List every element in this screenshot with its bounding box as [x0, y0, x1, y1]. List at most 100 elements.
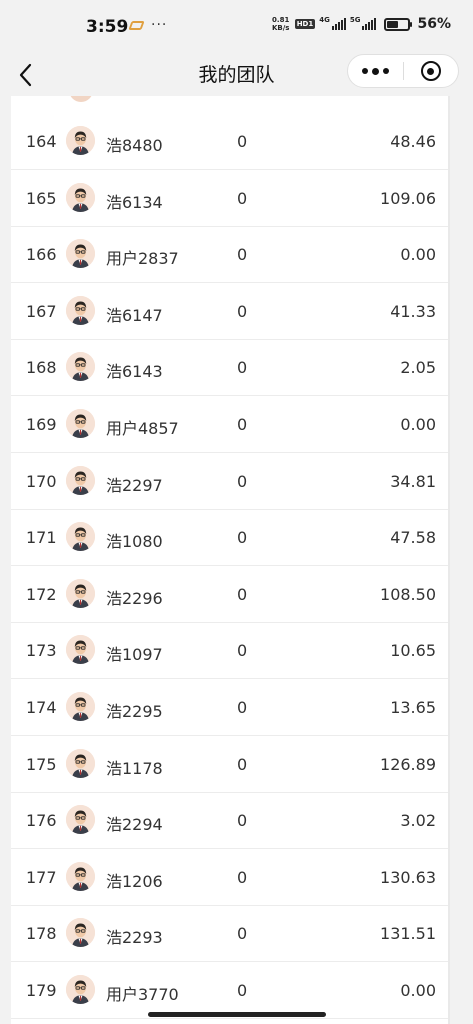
home-indicator[interactable]: [148, 1012, 326, 1017]
list-item[interactable]: 167 浩6147 0 41.33: [11, 283, 449, 340]
sim2-signal-icon: [362, 18, 377, 30]
member-name: 浩2294: [106, 815, 163, 835]
hd-voice-badge: HD1: [294, 19, 316, 29]
member-name: 浩6143: [106, 362, 163, 382]
list-item[interactable]: 173 浩1097 0 10.65: [11, 622, 449, 680]
member-rank: 169: [26, 415, 57, 434]
member-name: 浩1178: [106, 758, 163, 778]
list-item[interactable]: 171 浩1080 0 47.58: [11, 509, 449, 567]
member-amount: 3.02: [400, 811, 436, 831]
status-time: 3:59: [86, 17, 129, 37]
list-item[interactable]: 168 浩6143 0 2.05: [11, 339, 449, 397]
list-item[interactable]: 169 用户4857 0 0.00: [11, 396, 449, 453]
more-menu-button[interactable]: [348, 55, 403, 87]
avatar: [66, 861, 95, 891]
list-item[interactable]: 166 用户2837 0 0.00: [11, 226, 449, 284]
member-rank: 171: [26, 528, 57, 548]
member-amount: 13.65: [390, 698, 436, 717]
member-amount: 0.00: [400, 245, 436, 265]
member-amount: 41.33: [390, 301, 436, 321]
scrollbar[interactable]: [448, 96, 450, 1024]
member-amount: 10.65: [390, 641, 436, 661]
list-item[interactable]: 177 浩1206 0 130.63: [11, 849, 449, 906]
member-amount: 0.00: [400, 981, 436, 1000]
target-close-icon: [420, 61, 441, 81]
app-notification-icon: [128, 20, 145, 30]
member-count: 0: [237, 981, 248, 1000]
avatar: [66, 239, 95, 269]
member-count: 0: [237, 301, 248, 321]
member-amount: 108.50: [380, 584, 436, 604]
more-dot-icon: [372, 67, 379, 75]
member-amount: 130.63: [380, 867, 436, 887]
battery-level-fill: [387, 20, 399, 28]
sim1-signal-icon: [331, 18, 346, 30]
list-item[interactable]: 178 浩2293 0 131.51: [11, 905, 449, 963]
list-item[interactable]: 175 浩1178 0 126.89: [11, 736, 449, 793]
avatar: [66, 918, 95, 948]
member-rank: 172: [26, 584, 57, 604]
team-member-list: 164 浩8480 0 48.46 165 浩6134 0 109.06 166 用户283…: [11, 96, 449, 1024]
list-item[interactable]: 164 浩8480 0 48.46: [11, 113, 449, 170]
list-item[interactable]: 179 用户3770 0 0.00: [11, 962, 449, 1019]
member-amount: 131.51: [380, 924, 436, 944]
member-count: 0: [237, 698, 248, 717]
close-miniprogram-button[interactable]: [404, 55, 458, 87]
avatar: [66, 692, 95, 721]
member-rank: 177: [26, 867, 57, 887]
battery-percent: 56%: [417, 16, 451, 32]
member-rank: 165: [26, 188, 57, 208]
member-name: 浩8480: [106, 136, 163, 155]
list-item[interactable]: 170 浩2297 0 34.81: [11, 453, 449, 510]
avatar: [69, 96, 93, 102]
status-indicators: 0.81 KB/s HD1 4G 5G 56%: [271, 16, 451, 32]
member-rank: 168: [26, 358, 57, 378]
member-count: 0: [237, 245, 248, 265]
member-rank: 164: [26, 132, 57, 151]
member-rank: 179: [26, 981, 57, 1000]
avatar: [66, 635, 95, 665]
member-rank: 167: [26, 301, 57, 321]
avatar: [66, 409, 95, 438]
list-item[interactable]: 176 浩2294 0 3.02: [11, 792, 449, 850]
member-name: 浩1080: [106, 532, 163, 552]
miniprogram-capsule: [347, 54, 459, 88]
member-amount: 47.58: [390, 528, 436, 548]
avatar: [66, 748, 95, 778]
avatar: [66, 522, 95, 552]
network-speed-unit: KB/s: [271, 24, 290, 32]
member-name: 浩2296: [106, 588, 163, 608]
member-rank: 176: [26, 811, 57, 831]
member-count: 0: [237, 358, 248, 378]
member-name: 浩6147: [106, 305, 163, 325]
member-count: 0: [237, 188, 248, 208]
member-name: 浩1097: [106, 645, 163, 665]
sim2-network-label: 5G: [349, 16, 361, 24]
status-bar: 3:59 ··· 0.81 KB/s HD1 4G 5G 56%: [0, 0, 473, 54]
avatar: [66, 805, 95, 835]
member-count: 0: [237, 754, 248, 774]
member-count: 0: [237, 528, 248, 548]
more-notifications-icon: ···: [151, 17, 168, 33]
member-count: 0: [237, 415, 248, 434]
member-amount: 34.81: [390, 471, 436, 491]
member-rank: 173: [26, 641, 57, 661]
member-name: 浩6134: [106, 192, 163, 212]
member-amount: 0.00: [400, 415, 436, 434]
member-amount: 109.06: [380, 188, 436, 208]
status-notification-icons: ···: [128, 17, 168, 33]
member-count: 0: [237, 924, 248, 944]
member-name: 用户2837: [106, 249, 179, 269]
avatar: [66, 182, 95, 212]
member-amount: 126.89: [380, 754, 436, 774]
network-speed: 0.81 KB/s: [271, 16, 291, 32]
list-item[interactable]: 165 浩6134 0 109.06: [11, 170, 449, 227]
avatar: [66, 465, 95, 495]
member-rank: 170: [26, 471, 57, 491]
list-item[interactable]: 174 浩2295 0 13.65: [11, 679, 449, 736]
member-name: 浩2293: [106, 928, 163, 948]
member-name: 用户3770: [106, 985, 179, 1004]
avatar: [66, 975, 95, 1004]
list-item[interactable]: 172 浩2296 0 108.50: [11, 566, 449, 623]
member-rank: 175: [26, 754, 57, 774]
